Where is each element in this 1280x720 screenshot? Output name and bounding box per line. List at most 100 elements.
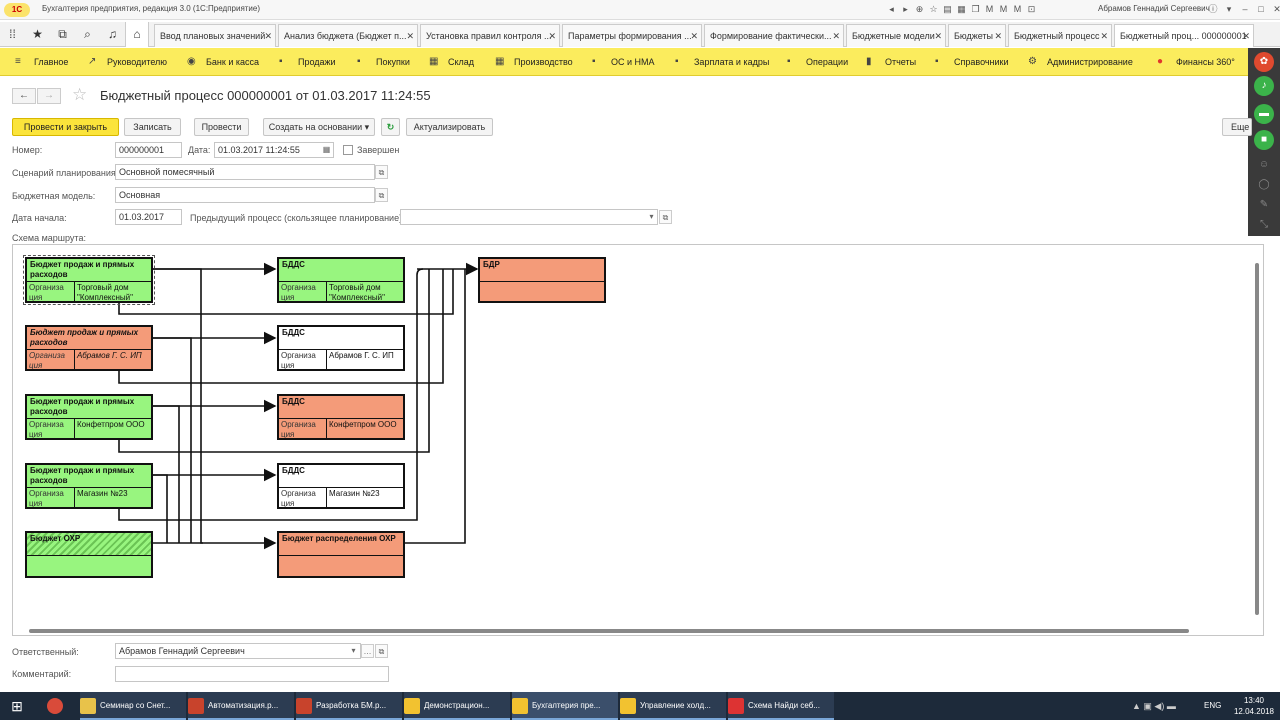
scheme-node[interactable]: БДДС Организа ция Магазин №23 [277, 463, 405, 509]
scheme-node[interactable]: Бюджет продаж и прямых расходов Организа… [25, 325, 153, 371]
chat-icon[interactable]: ▬ [1254, 104, 1274, 124]
calc-icon[interactable]: ▤ [942, 3, 953, 15]
more-button[interactable]: Еще [1222, 118, 1252, 136]
post-button[interactable]: Провести [194, 118, 249, 136]
tab[interactable]: Установка правил контроля ... ✕ [420, 24, 560, 47]
menu-icon[interactable]: ▾ [1222, 2, 1236, 16]
tab[interactable]: Бюджетные модели ✕ [846, 24, 946, 47]
dropdown-arrow-icon[interactable]: ▾ [645, 210, 658, 224]
forward-button[interactable]: → [37, 88, 61, 104]
model-field[interactable]: Основная [115, 187, 375, 203]
tray-icons[interactable]: ▲ ▣ ◀) ▬ [1132, 692, 1192, 720]
tab[interactable]: Формирование фактически... ✕ [704, 24, 844, 47]
history-icon[interactable]: ◂ [886, 3, 897, 15]
taskbar-app[interactable]: Схема Найди себ... [728, 692, 834, 720]
scenario-field[interactable]: Основной помесячный [115, 164, 375, 180]
language-indicator[interactable]: ENG [1204, 692, 1226, 720]
close-icon[interactable]: ✕ [1270, 2, 1280, 16]
scheme-node[interactable]: Бюджет ОХР [25, 531, 153, 578]
section-main[interactable]: ≡ Главное [15, 48, 68, 76]
taskbar-app-active[interactable]: Бухгалтерия пре... [512, 692, 618, 720]
taskbar-app[interactable]: Управление холд... [620, 692, 726, 720]
section-salary[interactable]: ▪ Зарплата и кадры [675, 48, 769, 76]
notifications-icon[interactable]: ♫ [100, 22, 125, 47]
open-link-icon[interactable]: ⧉ [375, 165, 388, 179]
responsible-field[interactable]: Абрамов Геннадий Сергеевич [115, 643, 361, 659]
m-icon[interactable]: M [984, 3, 995, 15]
section-bank[interactable]: ◉ Банк и касса [187, 48, 259, 76]
mic-icon[interactable]: ♪ [1254, 76, 1274, 96]
create-based-on-button[interactable]: Создать на основании ▾ [263, 118, 375, 136]
magnifier-icon[interactable]: ⊡ [1026, 3, 1037, 15]
favorite-star-icon[interactable]: ☆ [72, 85, 87, 105]
scheme-node[interactable]: Бюджет продаж и прямых расходов Организа… [23, 255, 155, 305]
section-sales[interactable]: ▪ Продажи [279, 48, 336, 76]
taskbar-app[interactable]: Разработка БМ.р... [296, 692, 402, 720]
section-reports[interactable]: ▮ Отчеты [866, 48, 916, 76]
section-manager[interactable]: ↗ Руководителю [88, 48, 167, 76]
apps-grid-icon[interactable]: ⁞⁞ [0, 22, 25, 47]
tab[interactable]: Бюджетный процесс ✕ [1008, 24, 1112, 47]
taskbar-app[interactable]: Семинар со Снет... [80, 692, 186, 720]
actualize-button[interactable]: Актуализировать [406, 118, 493, 136]
open-link-icon[interactable]: ⧉ [659, 210, 672, 224]
history-icon[interactable]: ⧉ [50, 22, 75, 47]
current-user[interactable]: Абрамов Геннадий Сергеевич [1098, 4, 1210, 13]
taskbar-app[interactable]: Автоматизация.р... [188, 692, 294, 720]
route-scheme-diagram[interactable]: Бюджет продаж и прямых расходов Организа… [12, 244, 1264, 636]
info-icon[interactable]: ⓘ [1206, 2, 1220, 16]
scheme-node[interactable]: БДДС Организа ция Абрамов Г. С. ИП [277, 325, 405, 371]
save-button[interactable]: Записать [124, 118, 181, 136]
section-finance360[interactable]: ● Финансы 360° [1157, 48, 1235, 76]
section-warehouse[interactable]: ▦ Склад [429, 48, 474, 76]
favorites-icon[interactable]: ★ [25, 22, 50, 47]
scheme-node[interactable]: Бюджет распределения ОХР [277, 531, 405, 578]
copy-icon[interactable]: ❐ [970, 3, 981, 15]
comment-field[interactable] [115, 666, 389, 682]
m-minus-icon[interactable]: M [1012, 3, 1023, 15]
refresh-button[interactable]: ↻ [381, 118, 400, 136]
chrome-icon[interactable] [40, 692, 70, 720]
section-purchases[interactable]: ▪ Покупки [357, 48, 410, 76]
section-catalogs[interactable]: ▪ Справочники [935, 48, 1009, 76]
star-icon[interactable]: ☆ [928, 3, 939, 15]
open-link-icon[interactable]: ⧉ [375, 644, 388, 658]
home-icon[interactable]: ⌂ [125, 22, 149, 47]
clock[interactable]: 13:40 12.04.2018 [1232, 692, 1276, 720]
completed-checkbox[interactable] [343, 145, 353, 155]
minimize-icon[interactable]: – [1238, 2, 1252, 16]
tab[interactable]: Ввод плановых значений ✕ [154, 24, 276, 47]
windows-start-icon[interactable]: ⊞ [0, 692, 34, 720]
horizontal-scrollbar[interactable] [17, 627, 1249, 635]
link-icon[interactable]: ⊕ [914, 3, 925, 15]
calendar-icon[interactable]: ▦ [956, 3, 967, 15]
vertical-scrollbar[interactable] [1253, 249, 1261, 621]
section-admin[interactable]: ⚙ Администрирование [1028, 48, 1133, 76]
arrow-icon[interactable]: ▸ [900, 3, 911, 15]
tab[interactable]: Бюджеты ✕ [948, 24, 1006, 47]
taskbar-app[interactable]: Демонстрацион... [404, 692, 510, 720]
post-and-close-button[interactable]: Провести и закрыть [12, 118, 119, 136]
back-button[interactable]: ← [12, 88, 36, 104]
open-link-icon[interactable]: ⧉ [375, 188, 388, 202]
comment-icon[interactable]: ◯ [1256, 178, 1272, 192]
pen-icon[interactable]: ✎ [1256, 198, 1272, 212]
tab-active[interactable]: Бюджетный проц... 000000001 ✕ [1114, 24, 1254, 47]
scheme-node[interactable]: БДР [478, 257, 606, 303]
section-fixed-assets[interactable]: ▪ ОС и НМА [592, 48, 655, 76]
section-production[interactable]: ▦ Производство [495, 48, 573, 76]
users-icon[interactable]: ☺ [1256, 158, 1272, 172]
app-logo[interactable]: 1С [4, 3, 30, 17]
dropdown-arrow-icon[interactable]: ▾ [347, 644, 360, 658]
calendar-icon[interactable]: ▦ [320, 143, 333, 157]
date-field[interactable]: 01.03.2017 11:24:55 [214, 142, 334, 158]
scheme-node[interactable]: БДДС Организа ция Конфетпром ООО [277, 394, 405, 440]
number-field[interactable]: 000000001 [115, 142, 182, 158]
prev-process-field[interactable] [400, 209, 658, 225]
tab[interactable]: Анализ бюджета (Бюджет п... ✕ [278, 24, 418, 47]
maximize-icon[interactable]: □ [1254, 2, 1268, 16]
search-icon[interactable]: ⌕ [75, 22, 100, 47]
scheme-node[interactable]: БДДС Организа ция Торговый дом "Комплексн… [277, 257, 405, 303]
start-date-field[interactable]: 01.03.2017 [115, 209, 182, 225]
select-button[interactable]: … [361, 644, 374, 658]
